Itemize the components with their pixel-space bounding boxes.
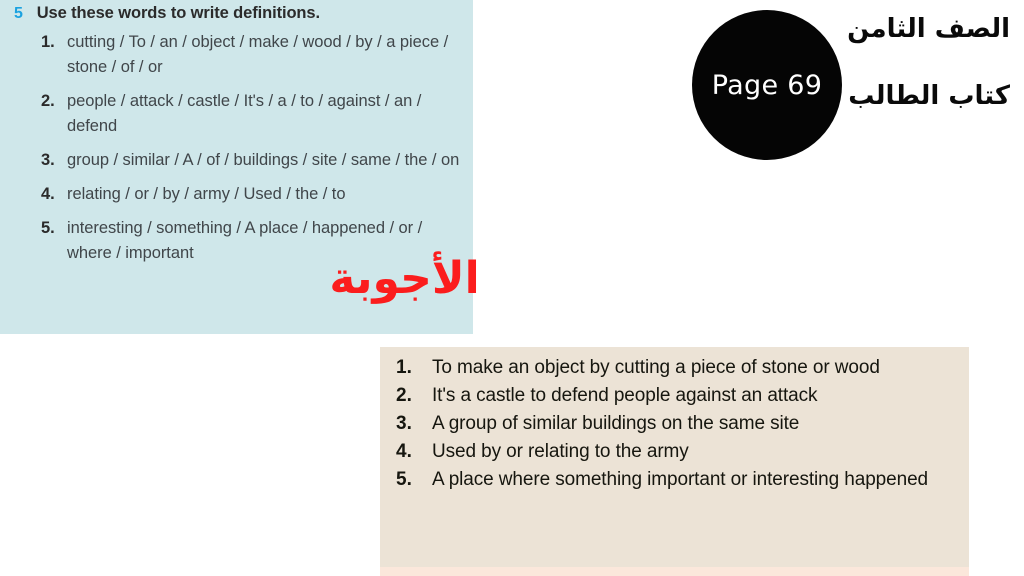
page-number-label: Page 69 [711,69,823,101]
exercise-title: Use these words to write definitions. [36,4,320,22]
list-item-text: group / similar / A / of / buildings / s… [67,151,460,169]
exercise-number: 5 [14,5,23,22]
list-item-text: A group of similar buildings on the same… [432,413,800,434]
list-item-text: cutting / To / an / object / make / wood… [67,33,449,76]
list-item-text: relating / or / by / army / Used / the /… [67,185,346,203]
list-item-number: 1. [396,357,412,378]
list-item: 2. It's a castle to defend people agains… [396,382,959,409]
list-item-number: 3. [41,151,55,169]
list-item-text: A place where something important or int… [432,469,929,490]
list-item: 4. relating / or / by / army / Used / th… [41,182,467,207]
list-item: 3. A group of similar buildings on the s… [396,410,959,437]
answers-heading: الأجوبة [329,253,480,304]
list-item-text: people / attack / castle / It's / a / to… [67,92,422,135]
list-item-number: 5. [41,219,55,237]
list-item: 5. A place where something important or … [396,466,959,493]
list-item: 4. Used by or relating to the army [396,438,959,465]
list-item-number: 2. [41,92,55,110]
list-item-number: 1. [41,33,55,51]
list-item-number: 4. [41,185,55,203]
list-item-number: 3. [396,413,412,434]
list-item-number: 4. [396,441,412,462]
list-item-text: Used by or relating to the army [432,441,689,462]
list-item-number: 5. [396,469,412,490]
grade-label: الصف الثامن [847,14,1010,44]
list-item: 3. group / similar / A / of / buildings … [41,148,467,173]
list-item: 2. people / attack / castle / It's / a /… [41,89,467,139]
exercise-heading: 5 Use these words to write definitions. [14,3,465,24]
list-item-number: 2. [396,385,412,406]
page-number-badge: Page 69 [692,10,842,160]
list-item-text: To make an object by cutting a piece of … [432,357,880,378]
list-item-text: It's a castle to defend people against a… [432,385,818,406]
answers-panel: 1. To make an object by cutting a piece … [380,347,969,576]
book-label: كتاب الطالب [848,81,1010,111]
exercise-word-list: 1. cutting / To / an / object / make / w… [41,30,467,275]
answers-list: 1. To make an object by cutting a piece … [396,354,959,494]
list-item: 1. cutting / To / an / object / make / w… [41,30,467,80]
list-item: 1. To make an object by cutting a piece … [396,354,959,381]
